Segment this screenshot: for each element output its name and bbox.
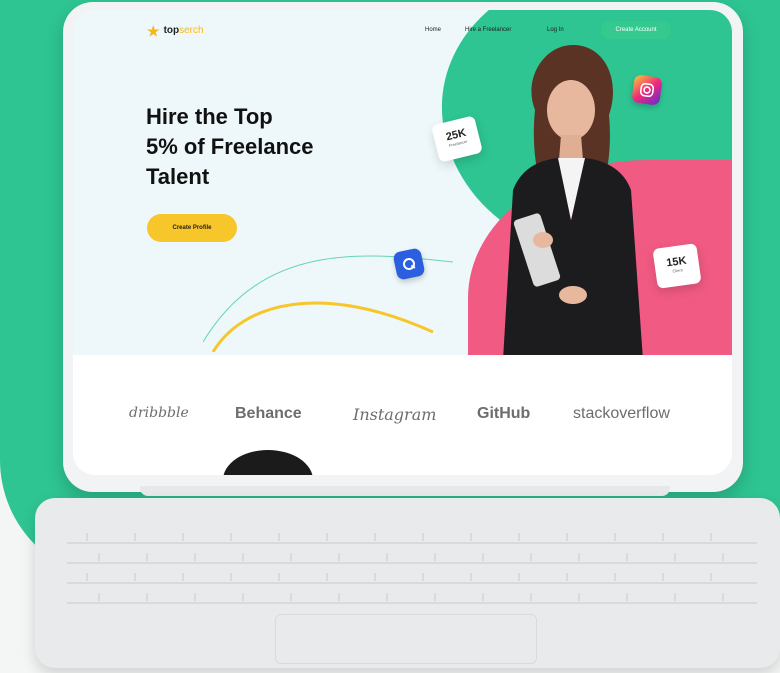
brand-logos-strip: dribbble Behance Instagram GitHub stacko… (73, 355, 732, 475)
trackpad[interactable] (275, 614, 537, 664)
woman-photo (503, 45, 643, 355)
brand-behance: Behance (235, 405, 302, 422)
instagram-icon (631, 74, 663, 106)
headline-line-3: Talent (146, 164, 210, 189)
create-profile-button[interactable]: Create Profile (147, 214, 237, 242)
keyboard-keys (67, 533, 757, 604)
nav-hire-link[interactable]: Hire a Freelancer (465, 27, 511, 33)
app-icon (392, 247, 426, 281)
tablet-screen: ★ top serch Home Hire a Freelancer Log I… (73, 10, 732, 475)
tablet-device: ★ top serch Home Hire a Freelancer Log I… (63, 2, 743, 492)
keyboard-case (35, 498, 780, 668)
brand-logo[interactable]: ★ top serch (147, 22, 204, 39)
star-logo-icon: ★ (147, 22, 160, 39)
headline-line-1: Hire the Top (146, 104, 273, 129)
nav-login-link[interactable]: Log In (547, 27, 564, 33)
logo-text-main: top (163, 25, 180, 36)
create-account-button[interactable]: Create Account (601, 21, 671, 39)
brand-stackoverflow: stackoverflow (573, 405, 670, 422)
brand-instagram: Instagram (353, 405, 437, 424)
logo-text-sub: serch (179, 25, 204, 36)
hero-section: ★ top serch Home Hire a Freelancer Log I… (73, 10, 732, 355)
brand-github: GitHub (477, 405, 531, 422)
headline-line-2: 5% of Freelance (146, 134, 314, 159)
brand-dribbble: dribbble (129, 405, 189, 421)
nav-home-link[interactable]: Home (425, 27, 441, 33)
client-stat-card: 15K Client (652, 243, 702, 289)
tablet-hinge (140, 486, 670, 496)
decorative-curves (203, 255, 454, 352)
hero-headline: Hire the Top 5% of Freelance Talent (146, 102, 386, 192)
